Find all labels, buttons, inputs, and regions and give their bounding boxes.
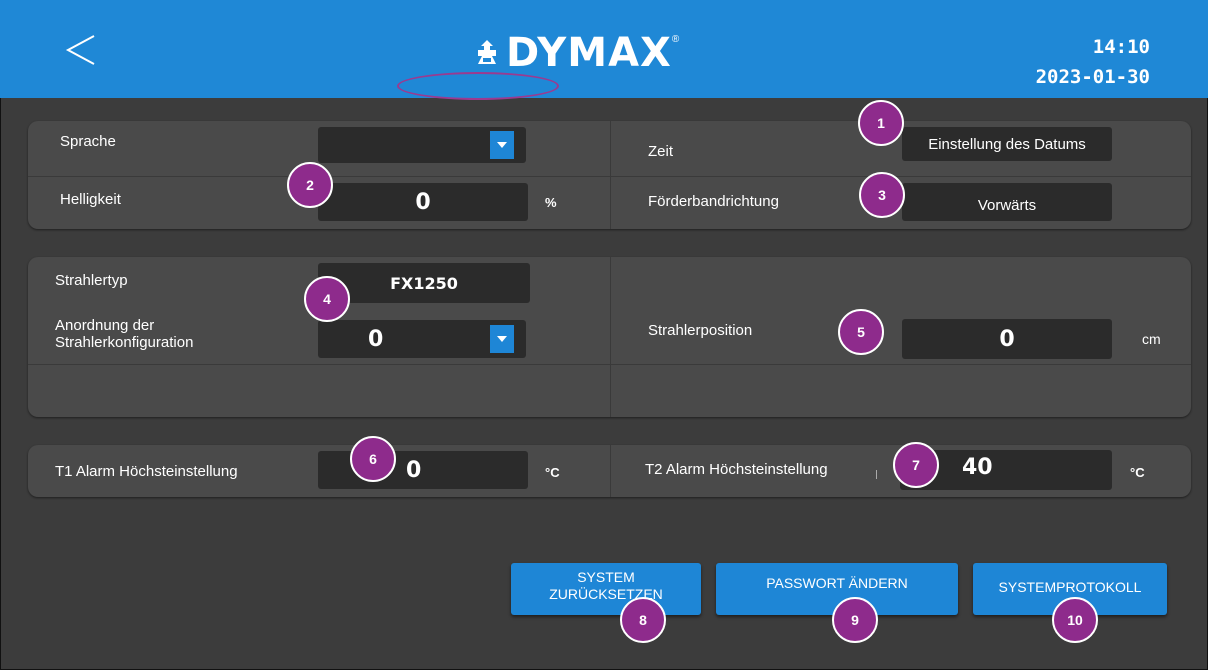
arrangement-dropdown-button[interactable] (490, 325, 514, 353)
callout-marker-8: 8 (620, 597, 666, 643)
callout-marker-2: 2 (287, 162, 333, 208)
arrangement-value: 0 (368, 326, 384, 352)
language-dropdown-button[interactable] (490, 131, 514, 159)
lamp-position-unit: cm (1142, 331, 1161, 347)
chevron-down-icon (497, 142, 507, 148)
conveyor-label: Förderbandrichtung (648, 193, 779, 210)
language-label: Sprache (60, 133, 116, 150)
callout-marker-5: 5 (838, 309, 884, 355)
callout-marker-10: 10 (1052, 597, 1098, 643)
t2-alarm-unit: °C (1130, 465, 1145, 480)
brand-logo: DYMAX ® (474, 30, 679, 76)
clock-date: 2023-01-30 (1035, 66, 1150, 88)
clock: 14:10 2023-01-30 (1036, 32, 1150, 92)
highlight-oval (397, 72, 559, 100)
lamp-type-label: Strahlertyp (55, 272, 128, 289)
brightness-unit: % (545, 195, 557, 210)
clock-time: 14:10 (1092, 36, 1150, 58)
conveyor-direction-button[interactable]: Vorwärts (902, 183, 1112, 221)
dymax-mark-icon (478, 40, 496, 64)
brightness-label: Helligkeit (60, 191, 121, 208)
callout-marker-3: 3 (859, 172, 905, 218)
t1-alarm-label: T1 Alarm Höchsteinstellung (55, 463, 238, 480)
lamp-position-label: Strahlerposition (648, 322, 753, 339)
brand-name: DYMAX (506, 30, 672, 76)
header-bar: DYMAX ® 14:10 2023-01-30 (0, 0, 1208, 98)
arrangement-label: Anordnung der Strahlerkonfiguration (55, 317, 193, 351)
callout-marker-4: 4 (304, 276, 350, 322)
lamp-position-input[interactable]: 0 (902, 319, 1112, 359)
panel-divider (28, 176, 1191, 177)
t1-alarm-unit: °C (545, 465, 560, 480)
callout-marker-7: 7 (893, 442, 939, 488)
callout-marker-1: 1 (858, 100, 904, 146)
panel-divider (610, 445, 611, 497)
system-reset-line1: SYSTEM (577, 569, 635, 585)
date-setting-button[interactable]: Einstellung des Datums (902, 127, 1112, 161)
time-label: Zeit (648, 143, 674, 160)
panel-divider (610, 257, 611, 417)
callout-marker-9: 9 (832, 597, 878, 643)
arrangement-label-line2: Strahlerkonfiguration (55, 334, 194, 351)
callout-marker-6: 6 (350, 436, 396, 482)
panel-divider (28, 364, 1191, 365)
arrangement-label-line1: Anordnung der (55, 317, 155, 334)
panel-divider (610, 121, 611, 229)
chevron-down-icon (497, 336, 507, 342)
brightness-input[interactable]: 0 (318, 183, 528, 221)
brand-registered: ® (671, 34, 680, 45)
t2-alarm-tick (876, 470, 877, 479)
back-arrow-icon[interactable] (62, 30, 102, 70)
system-reset-button[interactable]: SYSTEM ZURÜCKSETZEN (511, 563, 701, 615)
t2-alarm-label: T2 Alarm Höchsteinstellung (645, 461, 828, 478)
